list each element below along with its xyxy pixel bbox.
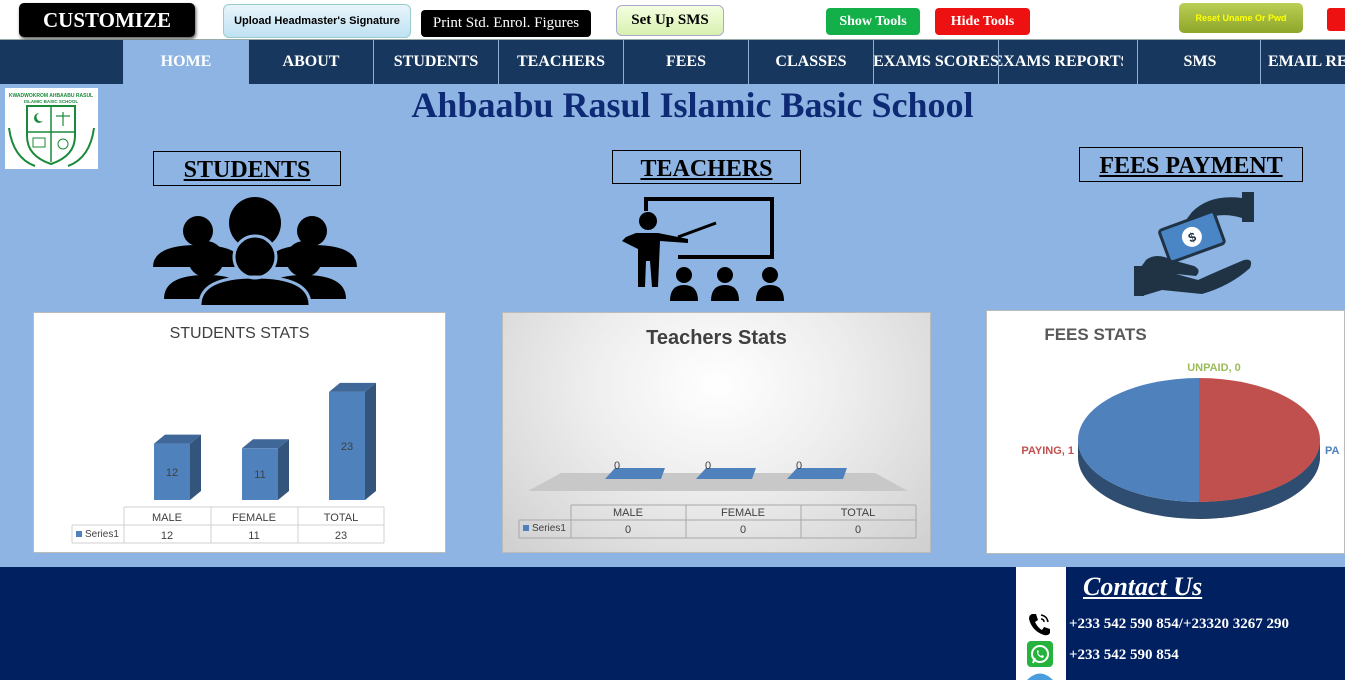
students-group-icon[interactable] (150, 195, 360, 312)
students-stats-chart[interactable]: STUDENTS STATS 12 11 23 Series1 MALE FEMAL… (33, 312, 446, 553)
students-cat-male: MALE (152, 512, 182, 524)
upload-signature-button[interactable]: Upload Headmaster's Signature (223, 4, 411, 38)
nav-teachers[interactable]: TEACHERS (498, 40, 623, 84)
hide-tools-button[interactable]: Hide Tools (935, 8, 1030, 35)
web-icon (1027, 673, 1053, 680)
fees-payment-icon[interactable]: $ (1132, 190, 1260, 303)
students-bar-label-male: 12 (166, 467, 178, 479)
reset-credentials-button[interactable]: Reset Uname Or Pwd (1179, 3, 1303, 33)
fees-pie (1078, 378, 1320, 519)
nav-exams-reports[interactable]: EXAMS REPORTS (998, 40, 1123, 84)
nav-students[interactable]: STUDENTS (373, 40, 498, 84)
students-legend-series: Series1 (85, 529, 119, 540)
setup-sms-button[interactable]: Set Up SMS (616, 5, 724, 36)
teachers-val-female: 0 (740, 524, 746, 536)
logo-text-mid: ISLAMIC BASIC SCHOOL (24, 99, 79, 104)
show-tools-button[interactable]: Show Tools (826, 8, 920, 35)
toolbar: CUSTOMIZE Upload Headmaster's Signature … (0, 0, 1345, 40)
students-bar-label-female: 11 (254, 469, 265, 481)
school-logo: KWADWOKROM AHBAABU RASUL ISLAMIC BASIC S… (5, 88, 98, 169)
students-cat-female: FEMALE (232, 512, 276, 524)
students-bar-label-total: 23 (341, 441, 353, 453)
teachers-val-total: 0 (855, 524, 861, 536)
nav-classes[interactable]: CLASSES (748, 40, 873, 84)
print-enrolment-button[interactable]: Print Std. Enrol. Figures (421, 10, 591, 37)
students-val-female: 11 (248, 530, 259, 542)
teachers-bar-label-total: 0 (796, 460, 802, 472)
nav-sms[interactable]: SMS (1137, 40, 1262, 84)
teachers-bar-group: 0 0 0 (605, 460, 847, 479)
customize-button[interactable]: CUSTOMIZE (19, 3, 195, 37)
teachers-bar-label-female: 0 (705, 460, 711, 472)
nav-home[interactable]: HOME (123, 40, 248, 84)
students-section-title[interactable]: STUDENTS (153, 151, 341, 186)
extra-red-button[interactable] (1327, 8, 1345, 31)
contact-phone[interactable]: +233 542 590 854/+23320 3267 290 (1069, 616, 1289, 633)
students-cat-total: TOTAL (324, 512, 358, 524)
students-legend-swatch (76, 531, 82, 537)
teachers-stats-chart[interactable]: Teachers Stats 000 Series1 MALE FEMALE T… (502, 312, 931, 553)
nav-email-reports[interactable]: EMAIL RE (1260, 40, 1345, 84)
fees-section-title[interactable]: FEES PAYMENT (1079, 147, 1303, 182)
whatsapp-icon (1027, 641, 1053, 667)
footer: Contact Us +233 542 590 854/+23320 3267 … (0, 567, 1345, 680)
teachers-val-male: 0 (625, 524, 631, 536)
contact-us-title[interactable]: Contact Us (1083, 572, 1202, 602)
phone-icon (1029, 614, 1050, 636)
teachers-legend-swatch (523, 525, 529, 531)
students-bar-group: 12 11 23 (154, 382, 376, 500)
fees-stats-chart[interactable]: FEES STATS UNPAID, 0 PAYING, 1 PA (986, 310, 1345, 554)
fees-label-paying: PAYING, 1 (1021, 445, 1074, 457)
nav-about[interactable]: ABOUT (248, 40, 373, 84)
teachers-bar-label-male: 0 (614, 460, 620, 472)
teachers-section-title[interactable]: TEACHERS (612, 150, 801, 184)
school-name: Ahbaabu Rasul Islamic Basic School (411, 85, 974, 125)
teachers-cat-male: MALE (613, 507, 643, 519)
nav-fees[interactable]: FEES (623, 40, 748, 84)
main-navbar: HOME ABOUT STUDENTS TEACHERS FEES CLASSE… (0, 40, 1345, 84)
nav-exams-scores[interactable]: EXAMS SCORES (873, 40, 998, 84)
teachers-legend-series: Series1 (532, 523, 566, 534)
fees-label-unpaid: UNPAID, 0 (1187, 362, 1241, 374)
teachers-cat-total: TOTAL (841, 507, 875, 519)
teacher-board-icon[interactable] (618, 195, 793, 308)
fees-label-paid: PA (1325, 445, 1340, 457)
contact-whatsapp[interactable]: +233 542 590 854 (1069, 647, 1179, 664)
students-val-male: 12 (161, 530, 173, 542)
teachers-cat-female: FEMALE (721, 507, 765, 519)
students-val-total: 23 (335, 530, 347, 542)
